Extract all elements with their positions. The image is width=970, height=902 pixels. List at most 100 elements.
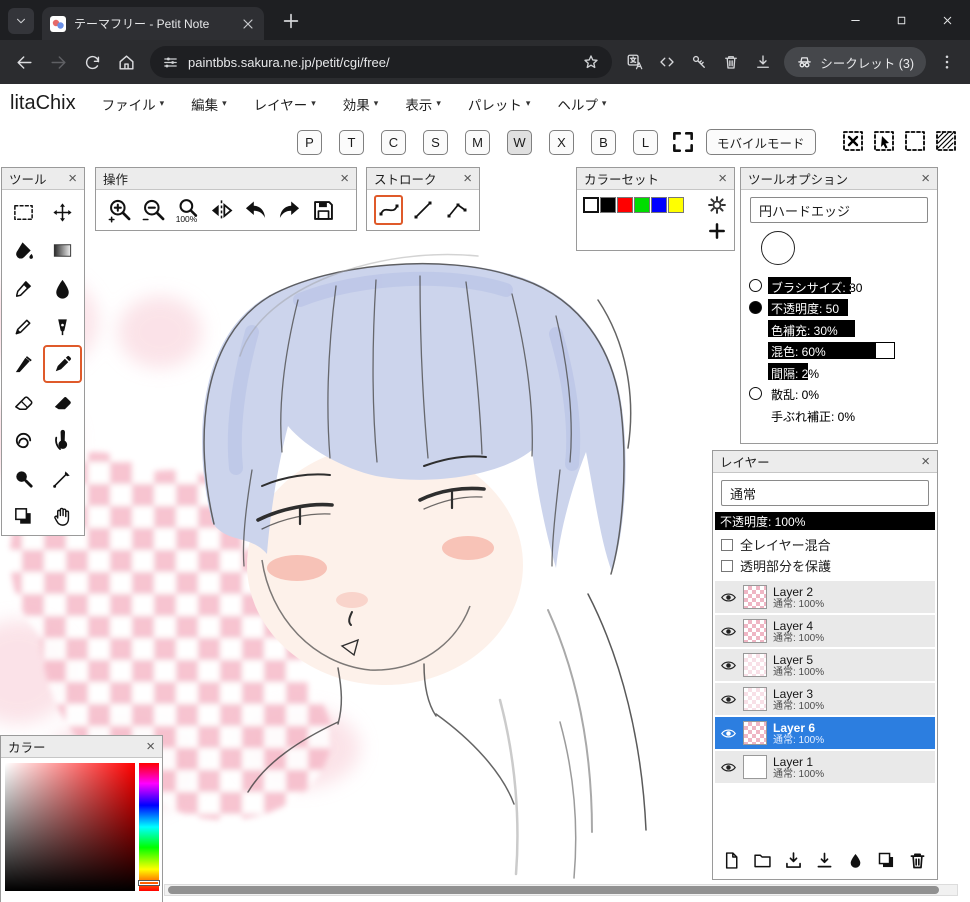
blend-mode-select[interactable]: 通常: [721, 480, 929, 506]
tool-rect-select[interactable]: [4, 193, 43, 231]
reload-button[interactable]: [76, 46, 108, 78]
select-all-button[interactable]: [903, 129, 927, 153]
color-swatch[interactable]: [634, 197, 650, 213]
duplicate-layer-button[interactable]: [876, 850, 898, 872]
back-button[interactable]: [8, 46, 40, 78]
quick-button-W[interactable]: W: [507, 129, 532, 155]
tool-water-drop[interactable]: [43, 269, 82, 307]
tool-move[interactable]: [43, 193, 82, 231]
fullscreen-button[interactable]: [670, 129, 696, 155]
quick-button-P[interactable]: P: [297, 129, 322, 155]
hue-slider[interactable]: [138, 763, 160, 891]
home-button[interactable]: [110, 46, 142, 78]
browser-tab[interactable]: テーマフリー - Petit Note: [42, 7, 264, 40]
color-swatch[interactable]: [651, 197, 667, 213]
new-folder-button[interactable]: [752, 850, 774, 872]
tool-eraser[interactable]: [4, 383, 43, 421]
eye-icon[interactable]: [720, 623, 737, 640]
zoom-out-button[interactable]: [138, 195, 169, 226]
color-swatch[interactable]: [583, 197, 599, 213]
brush-type-select[interactable]: 円ハードエッジ: [750, 197, 928, 223]
tool-pen-nib[interactable]: [43, 307, 82, 345]
layer-option-0[interactable]: 全レイヤー混合: [721, 534, 929, 555]
save-button[interactable]: [308, 195, 339, 226]
quick-button-S[interactable]: S: [423, 129, 448, 155]
menu-layer[interactable]: レイヤー ▾: [254, 94, 316, 114]
code-extension-button[interactable]: [652, 47, 682, 77]
layer-opacity-slider[interactable]: 不透明度: 100%: [715, 512, 935, 530]
layer-row[interactable]: Layer 2 通常: 100%: [715, 581, 935, 613]
color-swatch[interactable]: [668, 197, 684, 213]
layer-row[interactable]: Layer 5 通常: 100%: [715, 649, 935, 681]
hue-marker[interactable]: [138, 880, 160, 886]
redo-button[interactable]: [274, 195, 305, 226]
bookmark-star-icon[interactable]: [582, 53, 600, 71]
close-icon[interactable]: ×: [718, 171, 727, 186]
tool-eraser-solid[interactable]: [43, 383, 82, 421]
window-close-button[interactable]: [924, 0, 970, 40]
quick-button-T[interactable]: T: [339, 129, 364, 155]
incognito-badge[interactable]: シークレット (3): [784, 47, 926, 77]
tool-zoom-dark[interactable]: [4, 459, 43, 497]
option-radio[interactable]: [749, 300, 762, 314]
password-key-button[interactable]: [684, 47, 714, 77]
layer-row[interactable]: Layer 6 通常: 100%: [715, 717, 935, 749]
eye-icon[interactable]: [720, 589, 737, 606]
checkbox-icon[interactable]: [721, 538, 733, 551]
option-slider[interactable]: 散乱: 0%: [768, 384, 927, 402]
new-tab-button[interactable]: [280, 10, 302, 32]
translate-button[interactable]: [620, 47, 650, 77]
zoom-in-button[interactable]: [104, 195, 135, 226]
saturation-value-picker[interactable]: [5, 763, 135, 891]
close-icon[interactable]: ×: [340, 171, 349, 186]
export-layer-button[interactable]: [814, 850, 836, 872]
tool-pencil[interactable]: [4, 307, 43, 345]
import-layer-button[interactable]: [783, 850, 805, 872]
tool-eyedropper[interactable]: [4, 269, 43, 307]
menu-help[interactable]: ヘルプ ▾: [557, 94, 606, 114]
quick-button-M[interactable]: M: [465, 129, 490, 155]
zoom-100-button[interactable]: 100%: [172, 195, 203, 226]
eye-icon[interactable]: [720, 691, 737, 708]
tool-stamp[interactable]: [4, 497, 43, 535]
new-layer-button[interactable]: [721, 850, 743, 872]
tool-gradient[interactable]: [43, 231, 82, 269]
close-icon[interactable]: ×: [146, 739, 155, 754]
option-radio[interactable]: [749, 279, 762, 293]
quick-button-X[interactable]: X: [549, 129, 574, 155]
layer-row[interactable]: Layer 3 通常: 100%: [715, 683, 935, 715]
tune-icon[interactable]: [162, 54, 179, 71]
layer-row[interactable]: Layer 4 通常: 100%: [715, 615, 935, 647]
eye-icon[interactable]: [720, 657, 737, 674]
quick-button-L[interactable]: L: [633, 129, 658, 155]
tool-fill-bucket[interactable]: [4, 231, 43, 269]
menu-edit[interactable]: 編集 ▾: [191, 94, 227, 114]
stroke-polyline[interactable]: [443, 195, 472, 225]
tool-smudge[interactable]: [4, 421, 43, 459]
option-slider[interactable]: ブラシサイズ: 30: [768, 277, 927, 295]
add-color-button[interactable]: [707, 221, 727, 241]
tool-line-pen[interactable]: [43, 459, 82, 497]
horizontal-scrollbar[interactable]: [164, 884, 958, 896]
checkbox-icon[interactable]: [721, 559, 733, 572]
option-slider[interactable]: 間隔: 2%: [768, 363, 927, 381]
tool-finger-paint[interactable]: [43, 421, 82, 459]
stroke-straight-line[interactable]: [408, 195, 437, 225]
layer-row[interactable]: Layer 1 通常: 100%: [715, 751, 935, 783]
tool-marker[interactable]: [43, 345, 82, 383]
eye-icon[interactable]: [720, 759, 737, 776]
download-button[interactable]: [748, 47, 778, 77]
url-text[interactable]: paintbbs.sakura.ne.jp/petit/cgi/free/: [188, 55, 573, 70]
quick-button-C[interactable]: C: [381, 129, 406, 155]
close-icon[interactable]: ×: [921, 171, 930, 186]
option-slider[interactable]: 手ぶれ補正: 0%: [768, 406, 927, 424]
tool-knife[interactable]: [4, 345, 43, 383]
undo-button[interactable]: [240, 195, 271, 226]
scrollbar-thumb[interactable]: [168, 886, 939, 894]
maximize-button[interactable]: [878, 0, 924, 40]
quick-button-B[interactable]: B: [591, 129, 616, 155]
merge-layer-button[interactable]: [845, 850, 867, 872]
flip-horizontal-button[interactable]: [206, 195, 237, 226]
forward-button[interactable]: [42, 46, 74, 78]
color-swatch[interactable]: [617, 197, 633, 213]
